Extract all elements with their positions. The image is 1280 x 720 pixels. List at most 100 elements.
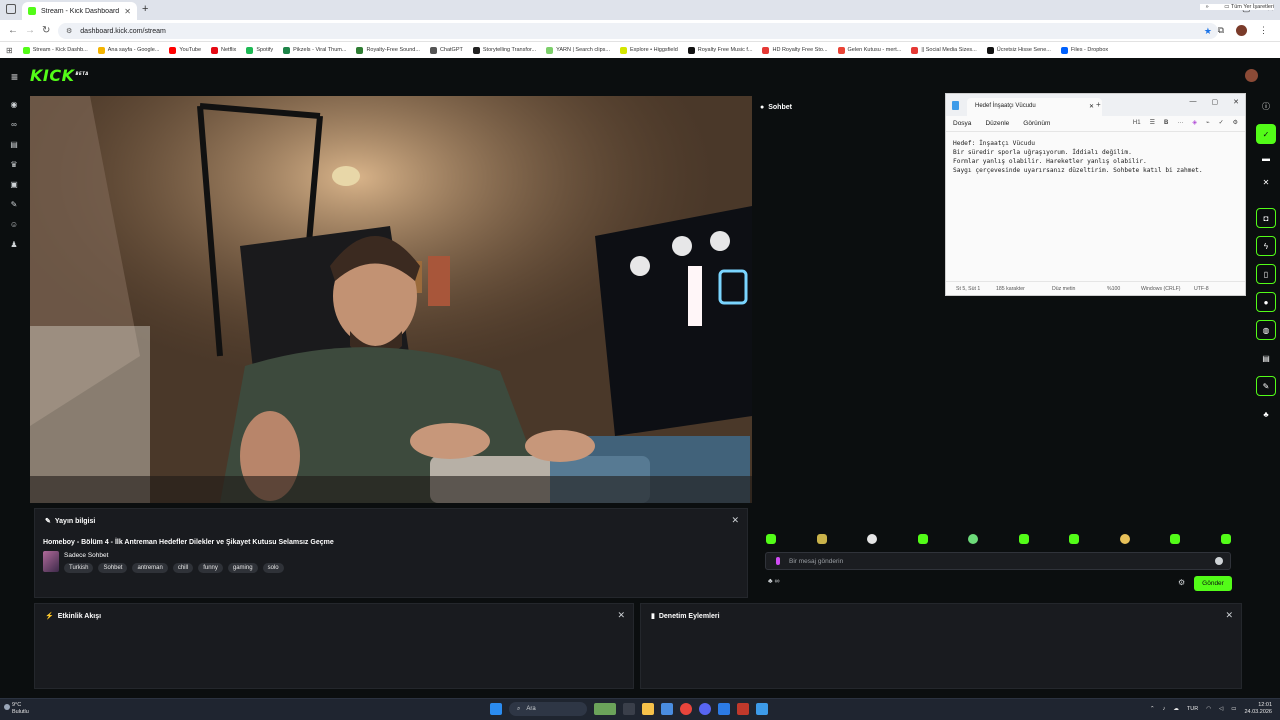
emote-9[interactable] [1170, 534, 1181, 544]
emote-7[interactable] [1069, 534, 1080, 544]
stream-preview[interactable] [30, 96, 752, 503]
chat-rail-icon[interactable]: ● [1256, 292, 1276, 312]
bookmark-item[interactable]: Royalty-Free Sound... [356, 46, 420, 54]
notepad-text-area[interactable]: Hedef: İnşaatçı Vücudu Bir süredir sporla… [953, 139, 1203, 175]
all-bookmarks[interactable]: » ▭ Tüm Yer İşaretleri [1199, 4, 1274, 10]
trophy-icon[interactable]: ♛ [9, 160, 19, 170]
check-icon[interactable]: ✓ [1256, 124, 1276, 144]
wifi-icon[interactable]: ◠ [1206, 706, 1211, 712]
emote-2[interactable] [816, 534, 827, 544]
chrome-icon[interactable] [680, 703, 692, 715]
settings-icon[interactable]: ⚙ [1233, 119, 1238, 126]
tag-chip[interactable]: Sohbet [98, 563, 128, 573]
emote-6[interactable] [1018, 534, 1029, 544]
battery-icon[interactable]: ▭ [1231, 706, 1236, 712]
community-icon[interactable]: ♟ [9, 240, 19, 250]
store-icon[interactable] [661, 703, 673, 715]
discord-icon[interactable] [699, 703, 711, 715]
widget-icon[interactable] [594, 703, 616, 715]
notepad-maximize-icon[interactable]: ▢ [1212, 98, 1219, 106]
reload-icon[interactable]: ↻ [42, 25, 50, 36]
user-avatar[interactable] [1245, 69, 1258, 82]
tag-chip[interactable]: funny [198, 563, 223, 573]
notepad-close-icon[interactable]: ✕ [1233, 98, 1239, 106]
heading-select[interactable]: H1 [1133, 120, 1141, 126]
bookmark-item[interactable]: Pikzels - Viral Thum... [283, 46, 346, 54]
notepad-taskbar-icon[interactable] [756, 703, 768, 715]
obs-icon[interactable] [737, 703, 749, 715]
library-icon[interactable]: ▤ [9, 140, 19, 150]
bookmark-item[interactable]: YARN | Search clips... [546, 46, 610, 54]
extensions-icon[interactable]: ⧉ [1218, 25, 1224, 36]
kick-logo[interactable]: KICKBETA [30, 66, 89, 85]
copilot-icon[interactable]: ◈ [1192, 119, 1197, 126]
emoji-icon[interactable] [1215, 557, 1223, 565]
new-tab-button[interactable]: + [142, 3, 148, 15]
more-bookmarks-icon[interactable]: » [1206, 4, 1209, 10]
start-icon[interactable] [490, 703, 502, 715]
emote-5[interactable] [968, 534, 979, 544]
info-icon[interactable]: ⓘ [1256, 96, 1276, 116]
broadcast-icon[interactable]: ◍ [1256, 320, 1276, 340]
notepad-minimize-icon[interactable]: — [1190, 98, 1197, 106]
bookmark-item[interactable]: Files - Dropbox [1060, 46, 1108, 54]
onedrive-icon[interactable]: ☁ [1173, 706, 1179, 712]
volume-icon[interactable]: ◁ [1219, 706, 1223, 712]
hamburger-menu-icon[interactable]: ≡ [11, 70, 18, 84]
site-info-icon[interactable]: ⚙ [66, 27, 72, 35]
list-icon[interactable]: ☰ [1150, 119, 1155, 126]
browser-tab[interactable]: Stream - Kick Dashboard ✕ [22, 2, 137, 20]
menu-icon[interactable]: ⋮ [1259, 25, 1268, 36]
bookmark-item[interactable]: Gelen Kutusu - mert... [837, 46, 901, 54]
mic-tray-icon[interactable]: ♪ [1163, 706, 1166, 712]
wrench-icon[interactable]: ✎ [9, 200, 19, 210]
language-indicator[interactable]: TUR [1187, 706, 1198, 712]
close-rail-icon[interactable]: ✕ [1256, 172, 1276, 192]
emote-4[interactable] [917, 534, 928, 544]
emote-8[interactable] [1119, 534, 1130, 544]
emote-3[interactable] [867, 534, 878, 544]
bookmark-item[interactable]: Ücretsiz Hisse Sene... [986, 46, 1051, 54]
send-button[interactable]: Gönder [1194, 576, 1232, 591]
stream-icon[interactable]: ◉ [9, 100, 19, 110]
notepad-tab-close-icon[interactable]: ✕ [1089, 103, 1094, 111]
taskbar-search[interactable]: ⌕ Ara [509, 702, 587, 716]
bold-icon[interactable]: B [1164, 120, 1168, 126]
bookmark-item[interactable]: Ana sayfa - Google... [97, 46, 159, 54]
spellcheck-icon[interactable]: ✓ [1219, 119, 1224, 126]
url-bar[interactable]: ⚙ dashboard.kick.com/stream ★ [58, 23, 1218, 39]
bookmark-item[interactable]: HD Royalty Free Sto... [762, 46, 828, 54]
stream-title[interactable]: Homeboy - Bölüm 4 - İlk Antreman Hedefle… [43, 539, 334, 546]
tag-chip[interactable]: antreman [132, 563, 168, 573]
document-icon[interactable]: ▯ [1256, 264, 1276, 284]
emote-10[interactable] [1220, 534, 1231, 544]
more-icon[interactable]: ··· [1177, 120, 1183, 126]
bookmark-item[interactable]: ChatGPT [429, 46, 463, 54]
layout-icon[interactable]: ▣ [9, 180, 19, 190]
tag-chip[interactable]: solo [262, 563, 284, 573]
tag-chip[interactable]: chill [172, 563, 194, 573]
tray-chevron-icon[interactable]: ⌃ [1150, 706, 1155, 712]
clock[interactable]: 12:01 24.03.2026 [1244, 702, 1272, 716]
terminal-icon[interactable] [718, 703, 730, 715]
menu-edit[interactable]: Düzenle [985, 120, 1009, 127]
panel-icon[interactable]: ▬ [1256, 148, 1276, 168]
profile-avatar[interactable] [1236, 25, 1247, 36]
task-view-icon[interactable] [623, 703, 635, 715]
bolt-rail-icon[interactable]: ϟ [1256, 236, 1276, 256]
chat-input[interactable]: Bir mesaj gönderin [765, 552, 1231, 570]
category-name[interactable]: Sadece Sohbet [64, 552, 108, 559]
bookmark-item[interactable]: Explore • Higgsfield [619, 46, 678, 54]
tag-chip[interactable]: Turkish [64, 563, 94, 573]
chat-settings-icon[interactable]: ⚙ [1178, 578, 1185, 587]
close-tab-icon[interactable]: ✕ [124, 7, 131, 16]
close-activity-icon[interactable]: ✕ [617, 610, 625, 621]
link-icon[interactable]: ∞ [9, 120, 19, 130]
weather-widget[interactable]: 9°C Bulutlu [4, 702, 29, 716]
close-moderation-icon[interactable]: ✕ [1225, 610, 1233, 621]
menu-file[interactable]: Dosya [953, 120, 971, 127]
tab-search-icon[interactable] [6, 4, 16, 14]
menu-view[interactable]: Görünüm [1023, 120, 1050, 127]
emote-1[interactable] [766, 534, 776, 544]
share-icon[interactable]: ⌁ [1206, 119, 1210, 126]
